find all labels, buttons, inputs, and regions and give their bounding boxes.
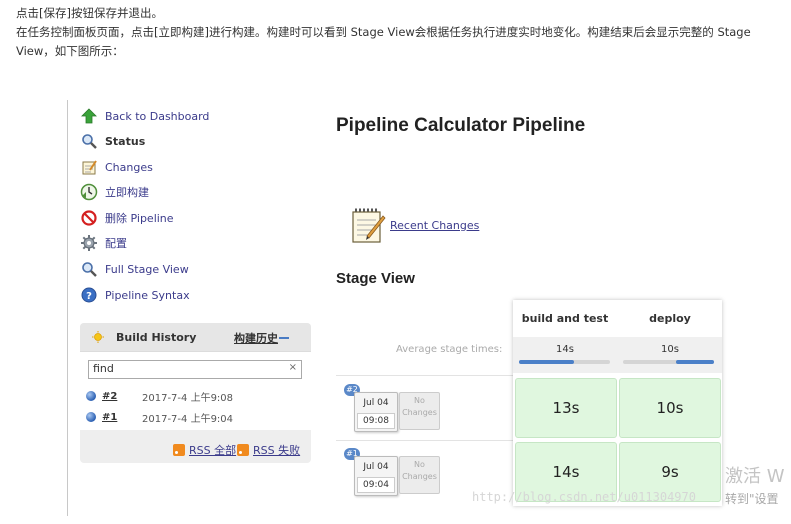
avg-progress-bar-build-and-test	[519, 360, 610, 364]
run-date-box: Jul 04 09:08	[354, 392, 398, 432]
magnifier-icon	[80, 132, 98, 150]
sidebar-item-configure[interactable]: 配置	[80, 232, 127, 254]
windows-activation-text: 激活 W	[725, 466, 785, 487]
rss-all-label: RSS 全部	[189, 444, 237, 457]
stage-header-deploy: deploy	[649, 311, 691, 325]
stage-cell-success[interactable]: 13s	[515, 378, 617, 438]
divider	[336, 440, 513, 441]
build-history-body: find × #2 2017-7-4 上午9:08 #1 2017-7-4 上午…	[80, 352, 311, 430]
build-history-title: Build History	[116, 331, 197, 344]
sidebar-item-label: 配置	[105, 237, 127, 250]
sidebar-item-label: Pipeline Syntax	[105, 288, 190, 302]
avg-time-deploy: 10s	[661, 344, 679, 355]
stage-header-build-and-test: build and test	[521, 311, 609, 325]
sidebar-item-label: 立即构建	[105, 186, 149, 199]
screenshot-border	[67, 100, 68, 516]
intro-line-2: 在任务控制面板页面，点击[立即构建]进行构建。构建时可以看到 Stage Vie…	[16, 25, 751, 58]
average-stage-times-label: Average stage times:	[396, 344, 503, 355]
run-date: Jul 04	[363, 462, 389, 472]
notepad-icon	[80, 158, 98, 176]
status-ball-icon	[86, 391, 96, 401]
build-search-value: find	[93, 362, 114, 375]
help-icon: ?	[80, 286, 98, 304]
rss-failed-link[interactable]: RSS 失败	[237, 442, 300, 458]
intro-text: 点击[保存]按钮保存并退出。 在任务控制面板页面，点击[立即构建]进行构建。构建…	[16, 4, 781, 61]
build-history-header: Build History 构建历史	[80, 323, 311, 352]
run-time: 09:04	[357, 477, 395, 493]
average-times-row	[513, 337, 722, 373]
build-trend-link[interactable]: 构建历史	[234, 330, 278, 346]
no-entry-icon	[80, 209, 98, 227]
sidebar-item-label: Full Stage View	[105, 262, 189, 276]
sidebar-item-pipeline-syntax[interactable]: ? Pipeline Syntax	[80, 284, 190, 306]
build-row[interactable]: #1 2017-7-4 上午9:04	[86, 407, 305, 427]
rss-icon	[173, 444, 185, 456]
stage-view-table: build and test deploy 14s 10s 13s 10s 14…	[513, 300, 722, 506]
windows-activation-subtext: 转到"设置	[725, 492, 779, 506]
avg-time-build-and-test: 14s	[556, 344, 574, 355]
sidebar-item-label: Back to Dashboard	[105, 109, 210, 123]
notepad-icon	[352, 208, 386, 243]
sidebar-item-build-now[interactable]: 立即构建	[80, 181, 149, 203]
sidebar-item-full-stage-view[interactable]: Full Stage View	[80, 258, 189, 280]
run-date: Jul 04	[363, 398, 389, 408]
sidebar-item-label: Changes	[105, 160, 153, 174]
run-date-box: Jul 04 09:04	[354, 456, 398, 496]
build-history-panel: Build History 构建历史 find × #2 2017-7-4 上午…	[80, 323, 311, 463]
sidebar-item-back-to-dashboard[interactable]: Back to Dashboard	[80, 105, 209, 127]
avg-progress-bar-deploy	[623, 360, 714, 364]
intro-line-1: 点击[保存]按钮保存并退出。	[16, 6, 163, 20]
stage-cell-success[interactable]: 10s	[619, 378, 721, 438]
build-number-link[interactable]: #1	[102, 412, 142, 423]
divider	[336, 375, 513, 376]
watermark-url: http://blog.csdn.net/u011304970	[472, 490, 696, 504]
run-changes: No Changes	[399, 392, 440, 430]
magnifier-icon	[80, 260, 98, 278]
sidebar-item-status[interactable]: Status	[80, 130, 145, 152]
rss-all-link[interactable]: RSS 全部	[173, 442, 236, 458]
stage-run-row: #2 Jul 04 09:08 No Changes	[336, 378, 513, 438]
sidebar-item-changes[interactable]: Changes	[80, 156, 153, 178]
build-date: 2017-7-4 上午9:04	[142, 413, 234, 425]
svg-text:?: ?	[86, 291, 92, 302]
status-ball-icon	[86, 412, 96, 422]
up-arrow-icon	[80, 107, 98, 125]
run-changes: No Changes	[399, 456, 440, 494]
sun-icon	[92, 331, 104, 343]
build-search-input[interactable]: find ×	[88, 360, 302, 379]
build-clock-icon	[80, 183, 98, 201]
progress-fill	[675, 360, 714, 364]
recent-changes-link[interactable]: Recent Changes	[390, 219, 479, 232]
page-title: Pipeline Calculator Pipeline	[336, 115, 586, 136]
rss-failed-label: RSS 失败	[253, 444, 301, 457]
sidebar-item-label: 删除 Pipeline	[105, 212, 174, 225]
run-time: 09:08	[357, 413, 395, 429]
build-row[interactable]: #2 2017-7-4 上午9:08	[86, 386, 305, 406]
gear-icon	[80, 234, 98, 252]
progress-fill	[519, 360, 574, 364]
clear-search-icon[interactable]: ×	[289, 362, 297, 373]
sidebar-item-label: Status	[105, 134, 146, 148]
build-history-footer: RSS 全部 RSS 失败	[80, 430, 311, 463]
rss-icon	[237, 444, 249, 456]
collapse-icon[interactable]	[279, 337, 289, 339]
build-date: 2017-7-4 上午9:08	[142, 392, 234, 404]
stage-view-title: Stage View	[336, 270, 415, 287]
build-number-link[interactable]: #2	[102, 391, 142, 402]
sidebar-item-delete-pipeline[interactable]: 删除 Pipeline	[80, 207, 174, 229]
